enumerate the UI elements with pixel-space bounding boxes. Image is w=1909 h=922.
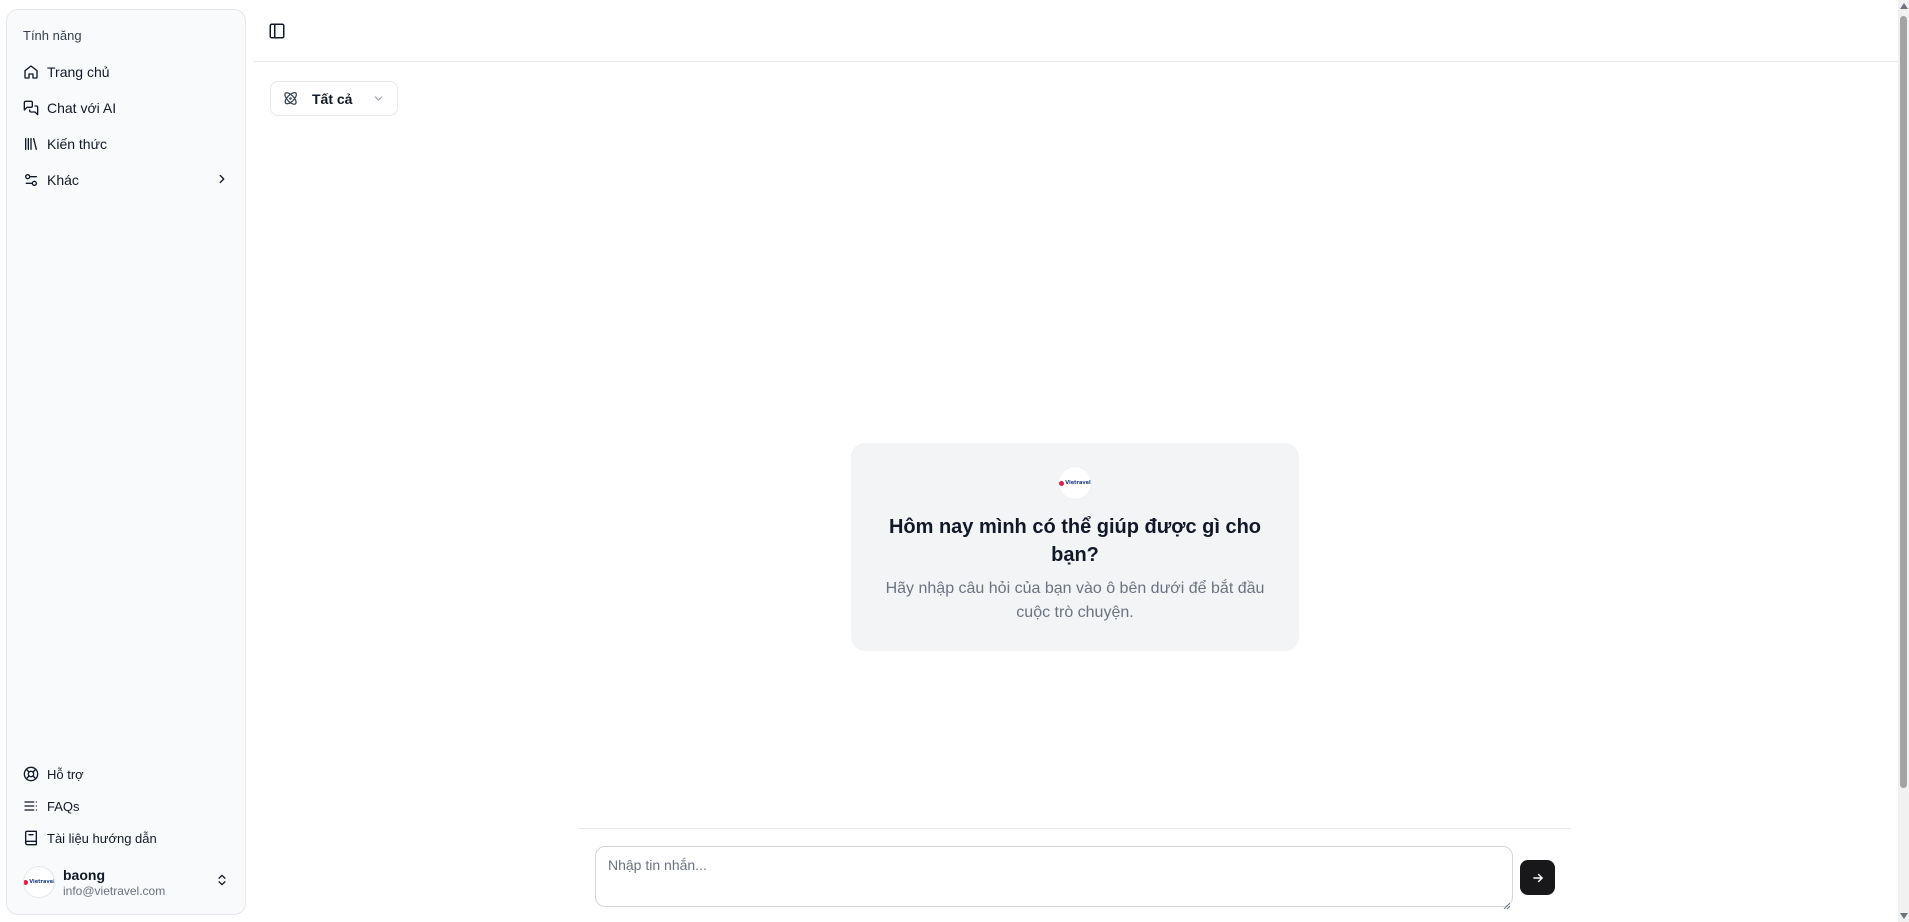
topbar [254,0,1898,62]
library-icon [23,136,39,152]
sidebar-item-label: Hỗ trợ [47,766,84,782]
welcome-title: Hôm nay mình có thể giúp được gì cho bạn… [888,516,1262,566]
sidebar-item-label: Tài liệu hướng dẫn [47,830,157,846]
knowledge-filter-select[interactable]: Tất cả [270,81,398,116]
vietravel-logo: Vietravel [24,879,55,885]
resize-handle-icon[interactable] [1502,896,1511,910]
welcome-subtitle: Hãy nhập câu hỏi của bạn vào ô bên dưới … [885,580,1265,621]
sidebar-item-knowledge[interactable]: Kiến thức [15,126,237,162]
vietravel-logo: Vietravel [1059,480,1091,486]
arrow-right-icon [1531,871,1545,885]
scroll-up-icon[interactable] [1900,3,1908,9]
book-icon [23,830,39,846]
sidebar-item-label: Trang chủ [47,64,110,80]
logo-mark [24,879,29,885]
main-panel: Tất cả Vietravel Hôm nay mình có thể giú… [254,0,1898,922]
user-menu[interactable]: Vietravel baong info@vietravel.com [15,860,237,904]
logo-text: Vietravel [29,879,55,885]
user-email: info@vietravel.com [63,883,166,898]
atom-icon [283,91,298,106]
sidebar-item-label: Chat với AI [47,100,117,116]
sidebar-item-label: Kiến thức [47,136,107,152]
sidebar-group-label: Tính năng [23,28,82,43]
composer-divider [578,828,1571,829]
sidebar-item-faqs[interactable]: FAQs [15,790,237,822]
user-name: baong [63,866,105,883]
settings-sliders-icon [23,172,39,188]
avatar: Vietravel [23,866,55,898]
page-scrollbar[interactable] [1898,0,1909,922]
messages-icon [23,100,39,116]
sidebar-item-docs[interactable]: Tài liệu hướng dẫn [15,822,237,854]
message-composer [595,846,1513,910]
assistant-avatar: Vietravel [1059,467,1091,499]
sidebar-item-label: Khác [47,172,79,188]
welcome-card: Vietravel Hôm nay mình có thể giúp được … [851,443,1299,651]
home-icon [23,64,39,80]
sidebar-item-support[interactable]: Hỗ trợ [15,758,237,790]
app-root: Tính năng Trang chủ Chat với AI Kiến thứ… [0,0,1909,922]
lifebuoy-icon [23,766,39,782]
sidebar-toggle-icon[interactable] [268,22,286,40]
scroll-down-icon[interactable] [1900,913,1908,919]
sidebar-bottom-nav: Hỗ trợ FAQs Tài liệu hướng dẫn [15,758,237,854]
sidebar-item-home[interactable]: Trang chủ [15,54,237,90]
sidebar: Tính năng Trang chủ Chat với AI Kiến thứ… [6,9,246,915]
user-info: baong info@vietravel.com [63,867,165,898]
sidebar-item-label: FAQs [47,798,80,814]
logo-text: Vietravel [1065,480,1091,486]
send-button[interactable] [1520,860,1555,895]
sidebar-nav: Trang chủ Chat với AI Kiến thức Khác [15,54,237,198]
logo-mark [1059,480,1065,486]
sidebar-item-chat-ai[interactable]: Chat với AI [15,90,237,126]
chevrons-up-down-icon [215,873,229,892]
chevron-down-icon [372,92,385,105]
sidebar-item-other[interactable]: Khác [15,162,237,198]
message-input[interactable] [596,847,1512,906]
filter-label: Tất cả [312,90,353,107]
chevron-right-icon [215,172,229,189]
list-icon [23,798,39,814]
scroll-thumb[interactable] [1900,16,1907,788]
